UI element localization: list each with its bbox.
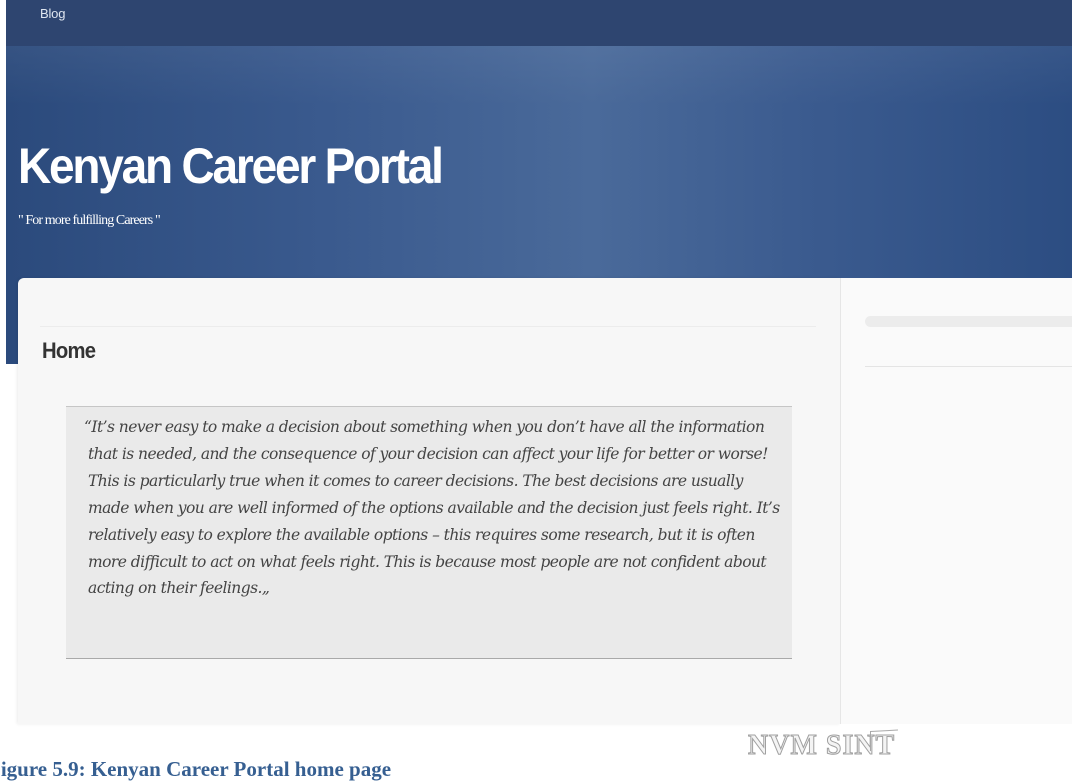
watermark-stamp-tick	[870, 731, 871, 751]
site-title[interactable]: Kenyan Career Portal	[18, 137, 444, 195]
site-tagline: " For more fulfilling Careers "	[18, 213, 161, 228]
watermark-stamp: NVM SINT	[747, 730, 896, 762]
top-nav-bar: Blog	[6, 0, 1072, 46]
panel-divider	[40, 326, 816, 327]
sidebar	[840, 278, 1072, 724]
figure-caption: Figure 5.9: Kenyan Career Portal home pa…	[0, 757, 392, 781]
page-heading: Home	[42, 338, 96, 363]
quote-text: “It’s never easy to make a decision abou…	[84, 418, 780, 598]
quote-box: “It’s never easy to make a decision abou…	[66, 406, 792, 659]
sidebar-divider	[865, 366, 1072, 367]
sidebar-widget-bar	[865, 316, 1072, 327]
main-content-panel: Home “It’s never easy to make a decision…	[18, 278, 840, 724]
nav-link-blog[interactable]: Blog	[40, 6, 65, 21]
